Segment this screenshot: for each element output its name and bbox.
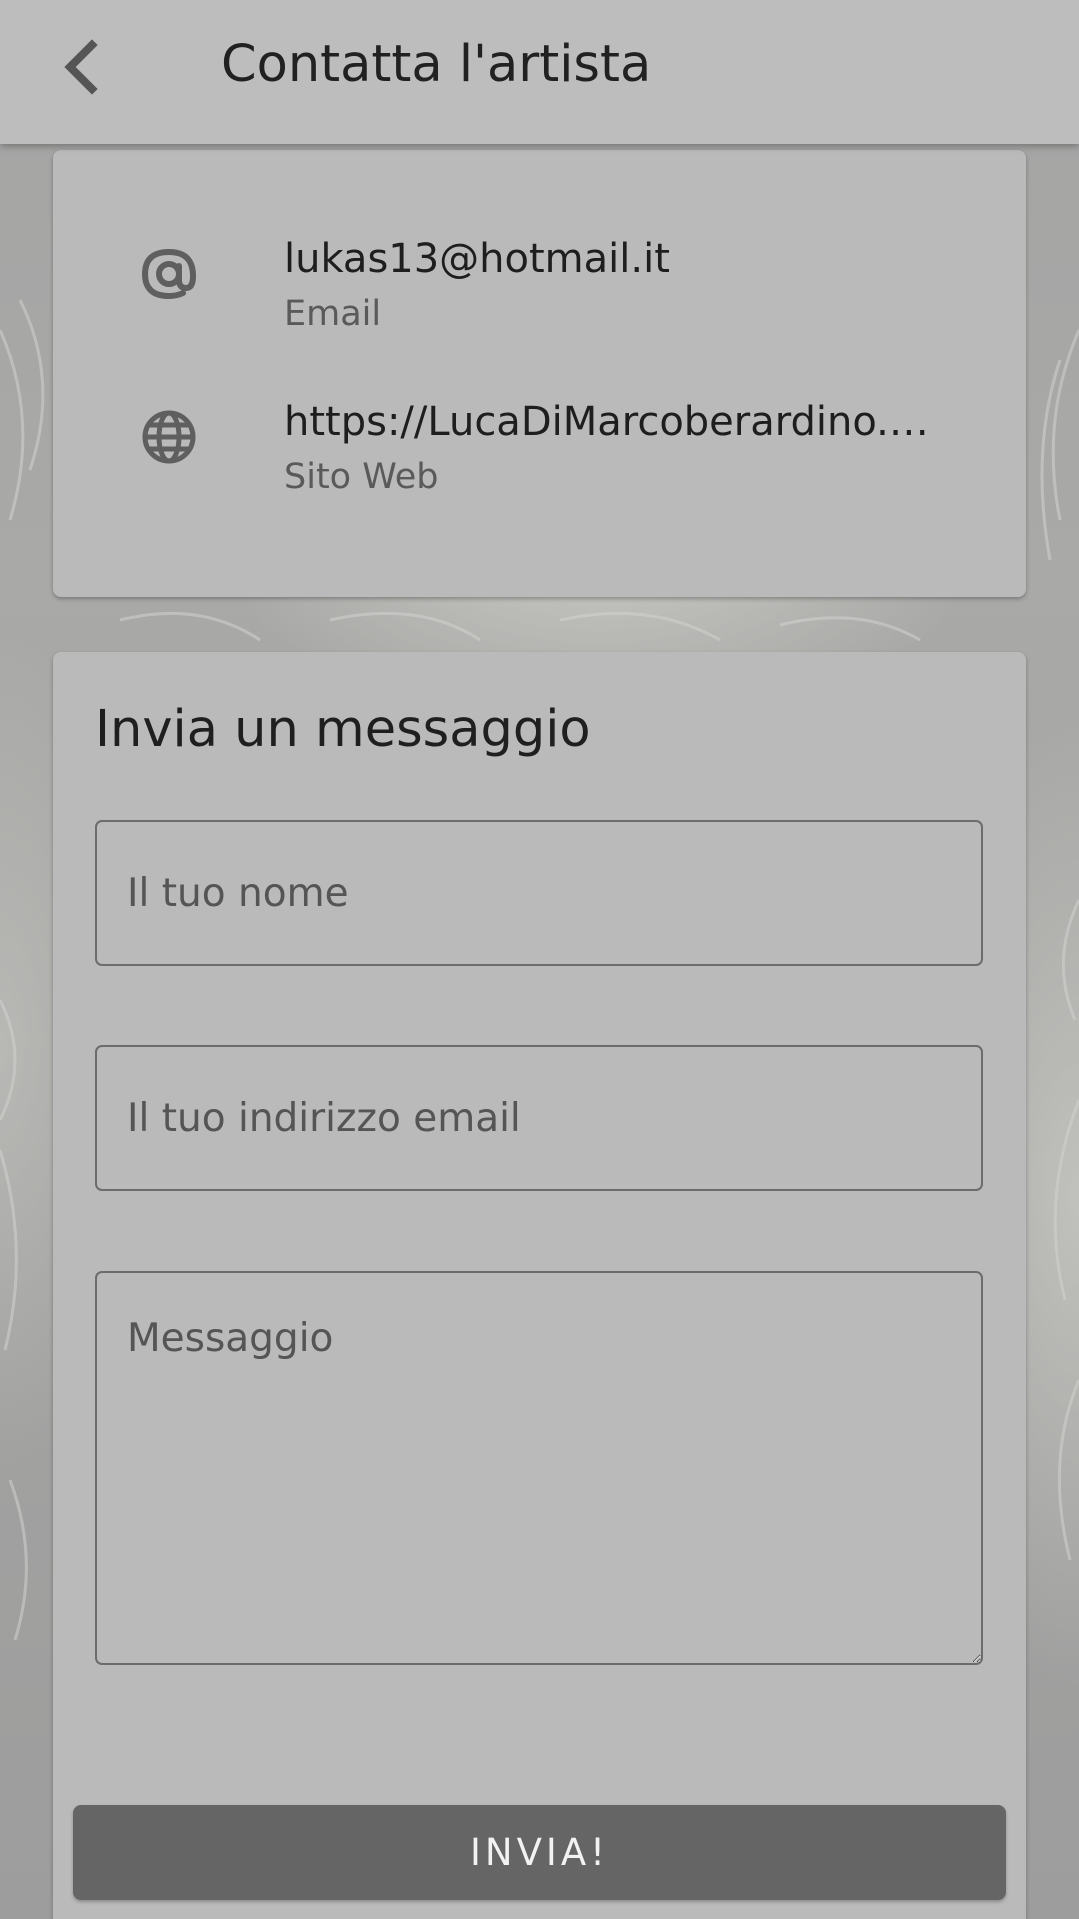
website-value[interactable]: https://LucaDiMarcoberardino.… (284, 396, 1004, 448)
form-title: Invia un messaggio (95, 700, 591, 759)
globe-icon (135, 403, 203, 471)
back-button[interactable] (40, 27, 120, 107)
website-label: Sito Web (284, 457, 439, 497)
page-title: Contatta l'artista (221, 35, 652, 94)
message-textarea[interactable] (95, 1271, 983, 1665)
contact-row-website[interactable]: https://LucaDiMarcoberardino.… Sito Web (53, 399, 1026, 523)
send-button[interactable]: INVIA! (73, 1805, 1006, 1900)
at-icon (135, 240, 203, 308)
contact-info-card (53, 150, 1026, 597)
app-bar: Contatta l'artista (0, 0, 1079, 144)
email-input[interactable] (95, 1045, 983, 1191)
email-value[interactable]: lukas13@hotmail.it (284, 233, 1004, 285)
message-form-card: Invia un messaggio INVIA! (53, 652, 1026, 1919)
contact-row-email[interactable]: lukas13@hotmail.it Email (53, 236, 1026, 360)
chevron-left-icon (64, 39, 98, 95)
email-label: Email (284, 294, 382, 334)
name-input[interactable] (95, 820, 983, 966)
